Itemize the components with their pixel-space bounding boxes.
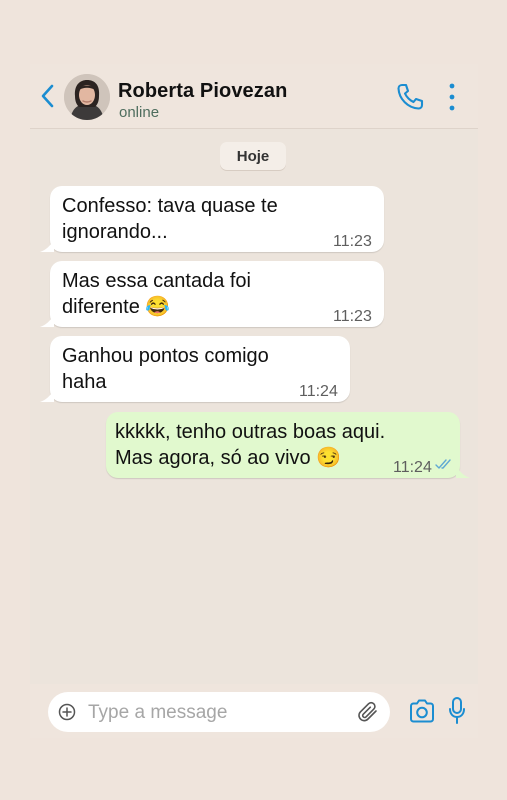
bubble-tail [40, 315, 54, 327]
bubble-tail [456, 466, 470, 478]
incoming-message[interactable]: Ganhou pontos comigo haha 11:24 [40, 336, 350, 402]
camera-icon[interactable] [408, 698, 436, 724]
bubble-tail [40, 240, 54, 252]
composer-bar [30, 684, 478, 738]
message-text: Ganhou pontos comigo haha [62, 345, 269, 393]
message-text: Confesso: tava quase te ignorando... [62, 195, 278, 243]
bubble-tail [40, 390, 54, 402]
chat-screen: Roberta Piovezan online Hoje Confesso: t… [30, 64, 478, 738]
message-time: 11:23 [333, 233, 372, 250]
microphone-icon[interactable] [448, 696, 466, 726]
contact-name[interactable]: Roberta Piovezan [118, 80, 287, 103]
read-receipt-icon [435, 459, 451, 469]
paperclip-icon[interactable] [356, 700, 380, 724]
date-divider: Hoje [220, 142, 286, 170]
message-time: 11:24 [393, 459, 432, 476]
more-vertical-icon[interactable] [444, 80, 460, 114]
avatar-image [64, 74, 110, 120]
incoming-message[interactable]: Mas essa cantada foi diferente 😂 11:23 [40, 261, 384, 327]
message-time: 11:24 [299, 383, 338, 400]
message-input-container[interactable] [48, 692, 390, 734]
contact-status: online [119, 104, 160, 121]
outgoing-message[interactable]: kkkkk, tenho outras boas aqui. Mas agora… [106, 412, 470, 478]
plus-circle-icon[interactable] [58, 703, 76, 721]
message-text: kkkkk, tenho outras boas aqui. Mas agora… [115, 421, 386, 469]
message-input[interactable] [86, 692, 350, 734]
phone-icon[interactable] [394, 81, 426, 113]
message-text: Mas essa cantada foi diferente 😂 [62, 270, 251, 318]
chevron-left-icon[interactable] [36, 82, 60, 110]
message-time: 11:23 [333, 308, 372, 325]
chat-header: Roberta Piovezan online [30, 64, 478, 129]
avatar[interactable] [64, 74, 110, 120]
incoming-message[interactable]: Confesso: tava quase te ignorando... 11:… [40, 186, 384, 252]
